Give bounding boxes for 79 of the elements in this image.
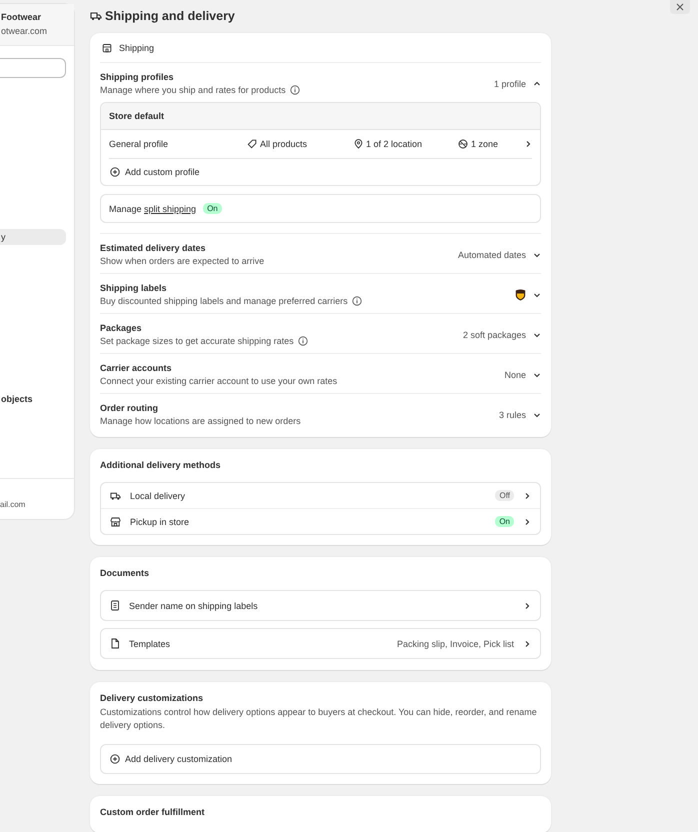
chevron-down-icon bbox=[533, 290, 541, 298]
nav-item[interactable]: objects bbox=[0, 391, 66, 407]
close-button[interactable] bbox=[670, 0, 690, 14]
chevron-right-icon bbox=[523, 518, 531, 526]
document-label: Sender name on shipping labels bbox=[129, 600, 259, 610]
document-label: Templates bbox=[129, 638, 172, 648]
add-delivery-customization-button[interactable]: Add delivery customization bbox=[100, 744, 541, 774]
truck-icon bbox=[110, 490, 121, 500]
plus-circle-icon bbox=[110, 754, 120, 764]
info-icon bbox=[290, 85, 300, 95]
account-email: ail.com bbox=[0, 500, 26, 509]
setting-title: Order routing bbox=[100, 403, 159, 413]
setting-description: Connect your existing carrier account to use your own rates bbox=[100, 376, 338, 386]
setting-description: Buy discounted shipping labels and manage preferred carriers bbox=[100, 296, 348, 306]
setting-title: Shipping labels bbox=[100, 283, 168, 293]
store-icon bbox=[102, 43, 112, 53]
plus-circle-icon bbox=[110, 167, 120, 177]
section-label: Shipping bbox=[119, 43, 154, 53]
chevron-right-icon bbox=[524, 140, 532, 148]
group-title: Store default bbox=[109, 111, 164, 121]
document-row[interactable]: Templates Packing slip, Invoice, Pick list bbox=[100, 628, 541, 659]
page-title: Shipping and delivery bbox=[105, 9, 235, 23]
setting-description: Manage where you ship and rates for products bbox=[100, 85, 286, 95]
status-badge: On bbox=[203, 203, 222, 214]
chevron-down-icon bbox=[533, 370, 541, 378]
profile-name: General profile bbox=[109, 139, 170, 149]
card-title: Custom order fulfillment bbox=[100, 806, 206, 820]
setting-title: Carrier accounts bbox=[100, 363, 173, 373]
setting-dropdown[interactable]: 3 rules bbox=[494, 410, 541, 420]
setting-title: Packages bbox=[100, 323, 143, 333]
setting-description: Set package sizes to get accurate shipping rates bbox=[100, 336, 294, 346]
setting-dropdown[interactable]: None bbox=[500, 370, 541, 380]
chevron-right-icon bbox=[523, 602, 531, 610]
products-count: All products bbox=[260, 139, 308, 149]
document-row[interactable]: Sender name on shipping labels bbox=[100, 590, 541, 621]
setting-title: Estimated delivery dates bbox=[100, 243, 207, 253]
setting-description: Show when orders are expected to arrive bbox=[100, 256, 264, 266]
delivery-method-row[interactable]: Local delivery Off bbox=[101, 483, 540, 508]
chevron-down-icon bbox=[533, 330, 541, 338]
zones-count: 1 zone bbox=[471, 139, 498, 149]
file-icon bbox=[110, 638, 120, 649]
delivery-method-row[interactable]: Pickup in store On bbox=[101, 508, 540, 534]
card-title: Additional delivery methods bbox=[100, 459, 222, 472]
card-title: Documents bbox=[100, 567, 150, 580]
chevron-up-icon bbox=[533, 80, 541, 88]
status-badge: On bbox=[495, 516, 514, 527]
setting-title: Shipping profiles bbox=[100, 72, 174, 82]
search-field[interactable] bbox=[0, 58, 66, 78]
nav-item[interactable]: y bbox=[0, 229, 66, 245]
setting-description: Manage how locations are assigned to new orders bbox=[100, 416, 301, 426]
store-icon bbox=[110, 516, 121, 526]
split-shipping-text: Manage split shipping bbox=[109, 204, 196, 214]
store-name: Footwear bbox=[1, 12, 42, 22]
split-shipping-link[interactable]: split shipping bbox=[144, 204, 196, 214]
chevron-down-icon bbox=[533, 250, 541, 258]
chevron-down-icon bbox=[533, 410, 541, 418]
carrier-shield-logo-icon bbox=[515, 288, 526, 300]
store-domain: otwear.com bbox=[1, 26, 48, 36]
chevron-right-icon bbox=[523, 640, 531, 648]
chevron-right-icon bbox=[523, 492, 531, 500]
add-custom-profile-button[interactable]: Add custom profile bbox=[101, 159, 209, 185]
info-icon bbox=[352, 296, 362, 306]
setting-dropdown[interactable]: Automated dates bbox=[454, 250, 541, 260]
method-label: Pickup in store bbox=[130, 516, 190, 526]
status-badge: Off bbox=[495, 490, 514, 501]
profiles-toggle[interactable]: 1 profile bbox=[490, 78, 541, 88]
method-label: Local delivery bbox=[130, 490, 186, 500]
card-title: Delivery customizations bbox=[100, 692, 204, 705]
tag-icon bbox=[247, 139, 257, 149]
profile-row[interactable]: General profile All products 1 of 2 location 1 zone bbox=[109, 130, 532, 159]
locations-count: 1 of 2 location bbox=[366, 139, 422, 149]
document-list-icon bbox=[110, 600, 120, 611]
document-value: Packing slip, Invoice, Pick list bbox=[396, 638, 514, 648]
card-description: Customizations control how delivery options appear to buyers at checkout. You can hide, reorder, and rename delivery options. bbox=[100, 706, 538, 732]
truck-icon bbox=[90, 11, 102, 21]
close-icon bbox=[676, 3, 684, 11]
info-icon bbox=[298, 336, 308, 346]
location-pin-icon bbox=[354, 139, 363, 149]
setting-dropdown[interactable]: 2 soft packages bbox=[458, 330, 541, 340]
